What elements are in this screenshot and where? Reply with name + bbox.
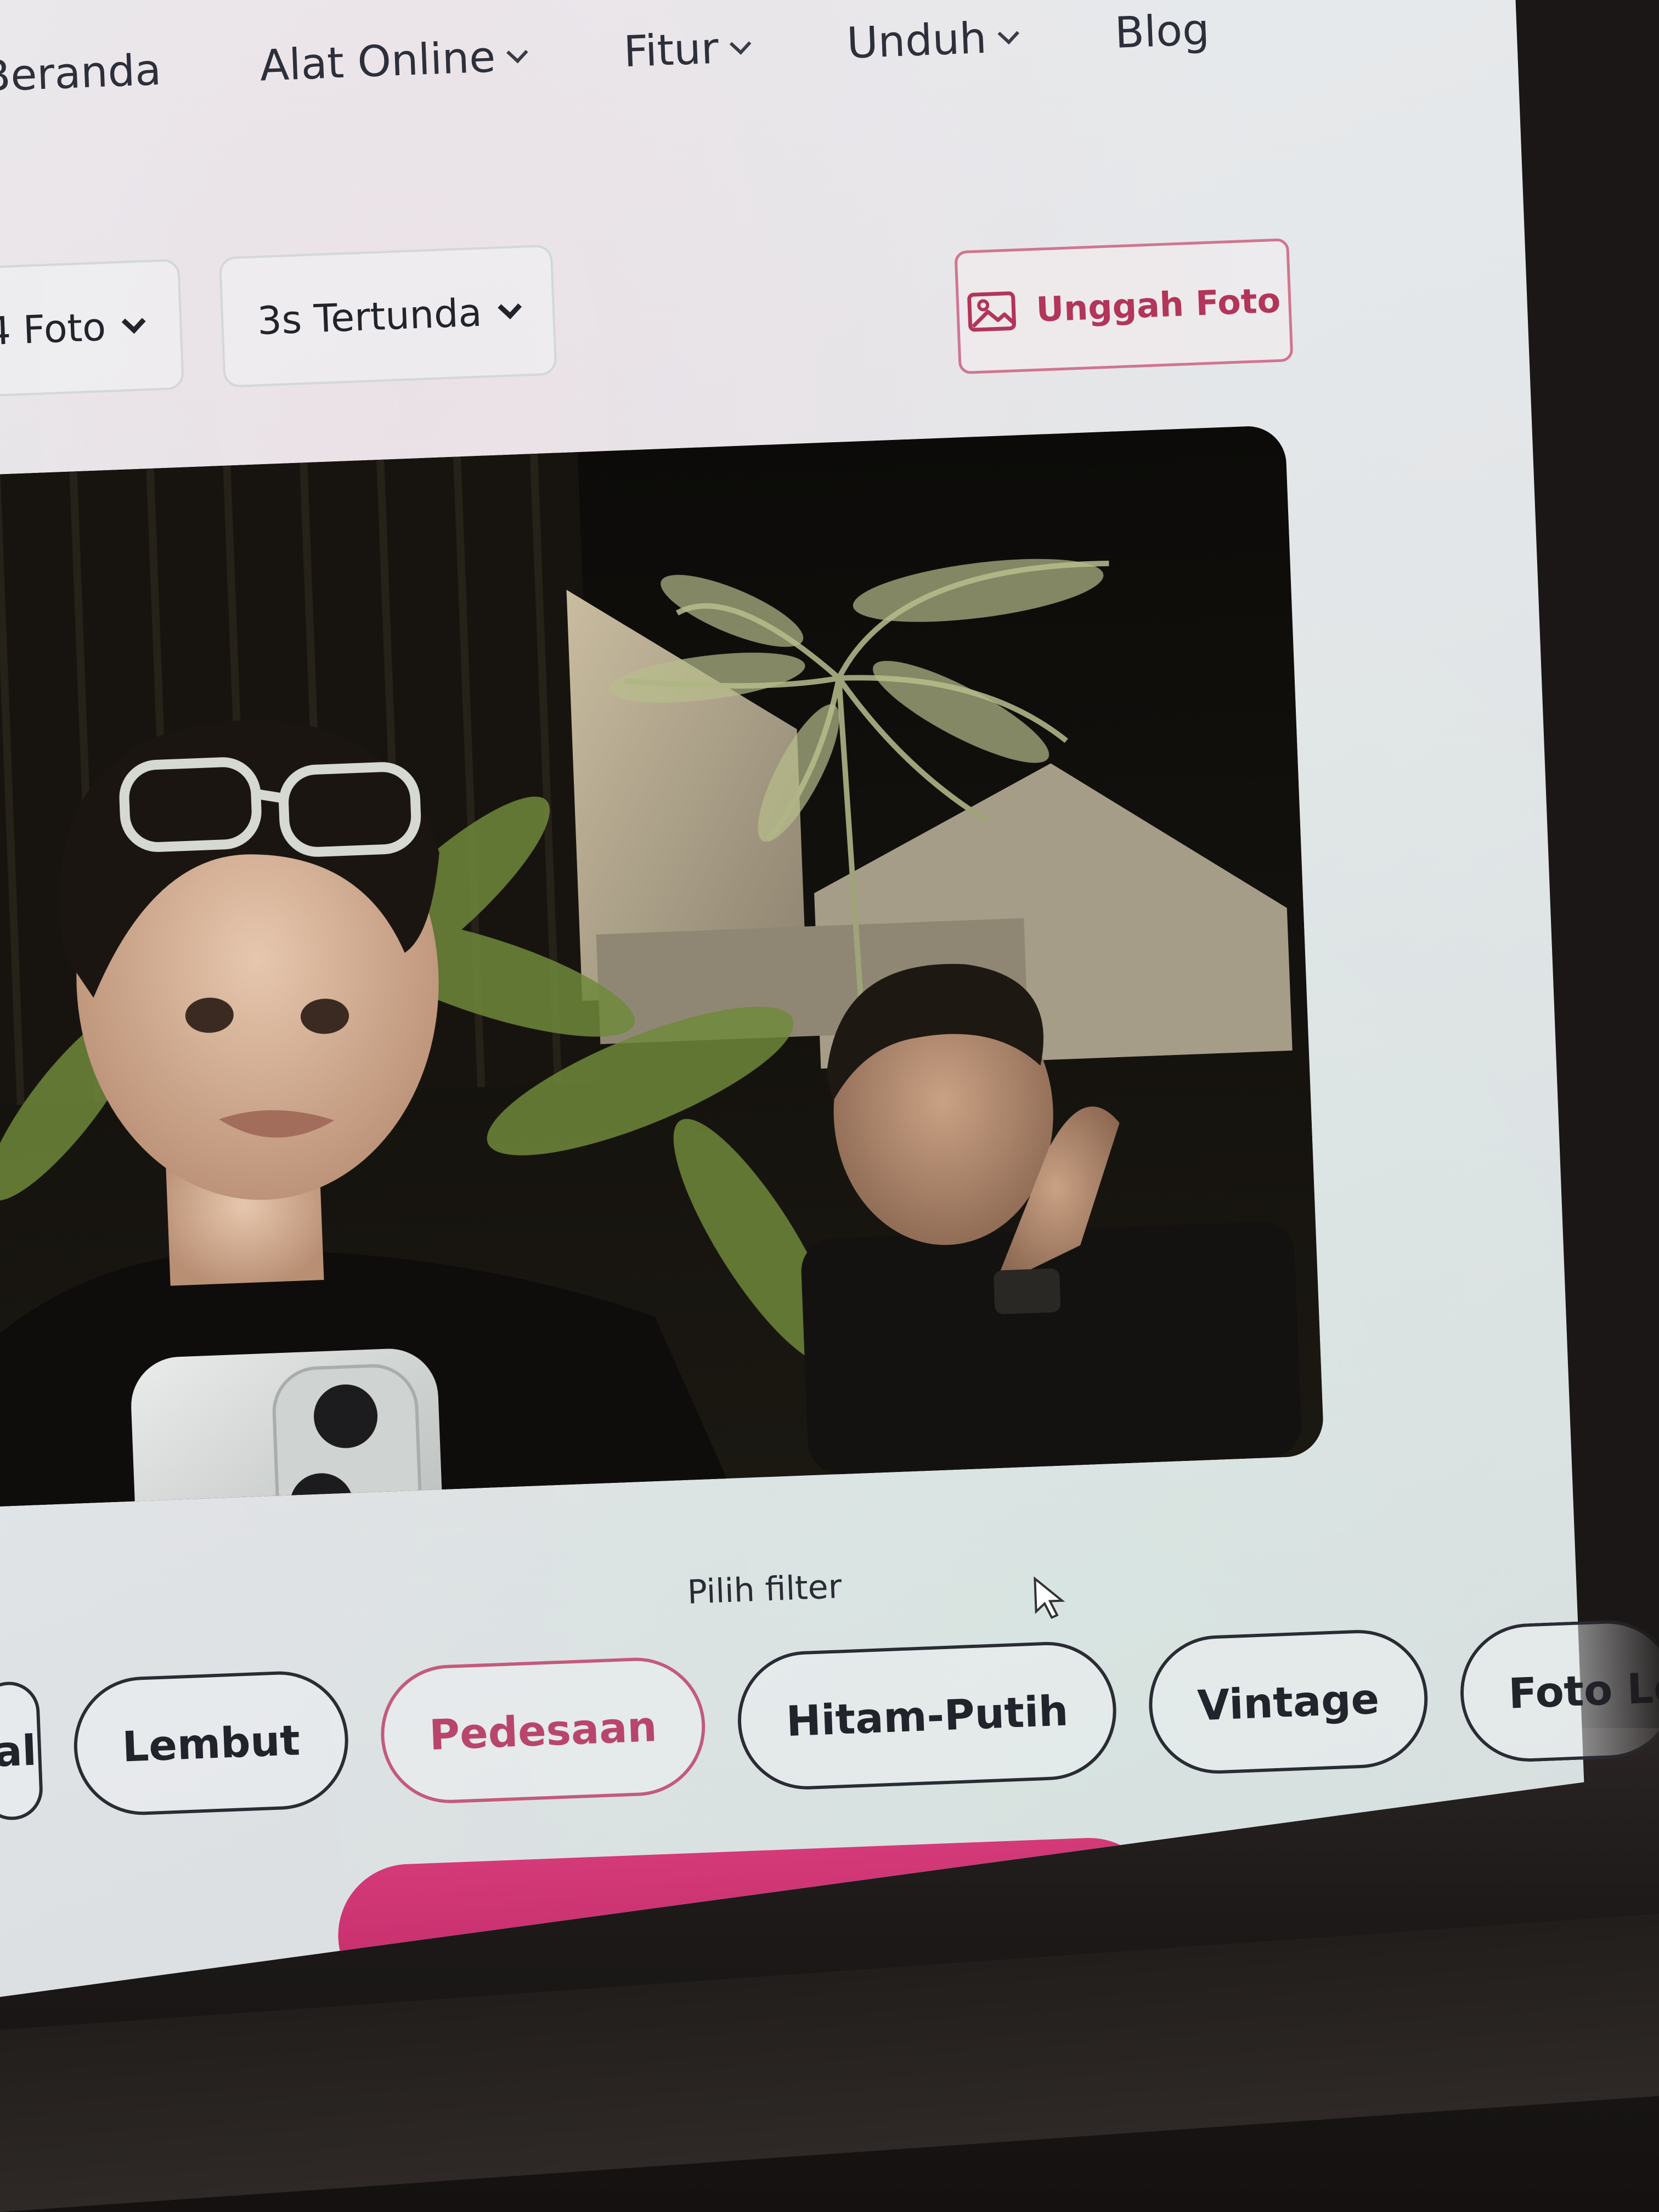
filter-chip-hitam-putih[interactable]: Hitam-Putih (735, 1639, 1119, 1792)
nav-item-label: Unduh (845, 13, 988, 69)
nav-item-fitur[interactable]: Fitur (623, 23, 752, 77)
delay-dropdown[interactable]: 3s Tertunda (218, 244, 557, 388)
filter-chip-label: Hitam-Putih (785, 1685, 1069, 1746)
filter-chip-label: Foto Lo (1507, 1662, 1659, 1718)
filter-chip-label: al (0, 1725, 38, 1776)
chevron-down-icon (997, 22, 1019, 45)
filter-chip-pedesaan[interactable]: Pedesaan (378, 1655, 708, 1806)
photo-stage: Beranda Alat Online Fitur Unduh Blog 4 F… (0, 0, 1659, 2212)
filter-chip-partial[interactable]: al (0, 1680, 44, 1821)
filter-heading: Pilih filter (686, 1567, 843, 1612)
filter-chip-foto-lo[interactable]: Foto Lo (1457, 1617, 1659, 1764)
nav-item-label: Fitur (623, 24, 720, 77)
screen: Beranda Alat Online Fitur Unduh Blog 4 F… (0, 0, 1659, 1997)
filter-chip-label: Vintage (1197, 1674, 1380, 1730)
upload-photo-label: Unggah Foto (1035, 280, 1282, 330)
nav-item-beranda[interactable]: Beranda (0, 46, 162, 102)
image-icon (967, 291, 1017, 332)
photo-count-value: 4 Foto (0, 304, 107, 354)
camera-preview (0, 425, 1325, 1508)
chevron-down-icon (729, 33, 752, 55)
chevron-down-icon (506, 41, 528, 64)
nav-item-label: Alat Online (258, 32, 496, 91)
delay-value: 3s Tertunda (256, 290, 483, 344)
controls-row: 4 Foto 3s Tertunda Unggah Foto (0, 207, 1529, 411)
nav-item-unduh[interactable]: Unduh (845, 13, 1019, 69)
nav-item-blog[interactable]: Blog (1114, 5, 1210, 58)
nav-item-label: Beranda (0, 45, 162, 102)
mouse-cursor-icon (1034, 1576, 1065, 1620)
filter-chip-lembut[interactable]: Lembut (71, 1668, 351, 1818)
chevron-down-icon (122, 309, 146, 334)
filter-chips: al Lembut Pedesaan Hitam-Putih Vintage F… (0, 1617, 1659, 1821)
filter-chip-label: Lembut (121, 1715, 301, 1771)
photo-count-dropdown[interactable]: 4 Foto (0, 258, 184, 398)
chevron-down-icon (498, 295, 522, 319)
nav-item-alat-online[interactable]: Alat Online (258, 31, 528, 91)
filter-chip-label: Pedesaan (428, 1701, 658, 1759)
nav-item-label: Blog (1114, 5, 1211, 58)
upload-photo-button[interactable]: Unggah Foto (954, 238, 1294, 375)
filter-chip-vintage[interactable]: Vintage (1147, 1627, 1430, 1776)
top-nav: Beranda Alat Online Fitur Unduh Blog (0, 1, 1309, 101)
camera-preview-scene (0, 425, 1325, 1508)
